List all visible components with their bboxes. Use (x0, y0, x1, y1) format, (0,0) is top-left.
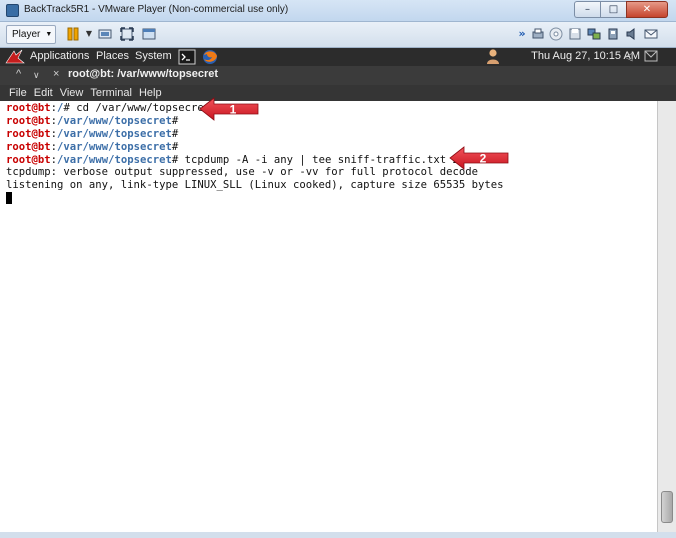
close-icon[interactable]: × (53, 68, 59, 80)
terminal-scrollbar[interactable] (657, 101, 676, 532)
menu-file[interactable]: File (9, 87, 27, 99)
menu-view[interactable]: View (60, 87, 84, 99)
send-ctrl-alt-del-icon[interactable] (98, 27, 112, 41)
output-line: listening on any, link-type LINUX_SLL (L… (6, 179, 504, 192)
annotation-arrow-2: 2 (449, 146, 509, 170)
floppy-icon[interactable] (568, 27, 582, 41)
terminal-line: root@bt:/var/www/topsecret# (6, 127, 179, 140)
vmware-app-icon (6, 4, 19, 17)
prompt-path: /var/www/topsecret (57, 153, 172, 166)
menu-terminal[interactable]: Terminal (90, 87, 132, 99)
terminal-window-title: root@bt: /var/www/topsecret (68, 68, 219, 80)
network-icon[interactable] (587, 27, 601, 41)
terminal-line: root@bt:/var/www/topsecret# tcpdump -A -… (6, 153, 479, 166)
command-text: cd /var/www/topsecret (69, 102, 211, 114)
prompt-path: /var/www/topsecret (57, 114, 172, 127)
chevron-down-icon[interactable]: ∨ (33, 70, 40, 81)
volume-icon[interactable]: ◁ (624, 50, 632, 63)
prompt-user: root@bt (6, 153, 51, 166)
user-icon[interactable] (486, 48, 500, 65)
terminal-line: root@bt:/var/www/topsecret# (6, 114, 179, 127)
message-icon[interactable] (644, 27, 658, 41)
scrollbar-thumb[interactable] (661, 491, 673, 523)
applications-menu[interactable]: Applications (30, 50, 89, 62)
window-bottom-border (0, 532, 676, 538)
output-line: tcpdump: verbose output suppressed, use … (6, 166, 478, 179)
places-menu[interactable]: Places (96, 50, 129, 62)
pause-dropdown-icon[interactable]: ▼ (82, 27, 96, 41)
terminal-line: root@bt:/# cd /var/www/topsecret (6, 102, 211, 114)
mail-icon[interactable] (644, 50, 658, 62)
cursor-line (6, 192, 657, 205)
system-menu[interactable]: System (135, 50, 172, 62)
window-controls: – □ ✕ (574, 1, 668, 18)
terminal-line: root@bt:/var/www/topsecret# (6, 140, 179, 153)
usb-icon[interactable] (606, 27, 620, 41)
chevron-down-icon: ▼ (45, 31, 53, 38)
close-button[interactable]: ✕ (626, 1, 668, 18)
vmware-title-bar: BackTrack5R1 - VMware Player (Non-commer… (0, 0, 676, 22)
minimize-button[interactable]: – (574, 1, 600, 18)
terminal-menu-bar: File Edit View Terminal Help (0, 85, 676, 101)
window-title: BackTrack5R1 - VMware Player (Non-commer… (24, 4, 289, 15)
pause-icon[interactable] (66, 27, 80, 41)
annotation-label-1: 1 (230, 103, 237, 117)
prompt-user: root@bt (6, 114, 51, 127)
terminal-output[interactable]: root@bt:/# cd /var/www/topsecret root@bt… (0, 101, 657, 532)
chevron-up-icon[interactable]: ^ (16, 68, 21, 80)
terminal-title-bar: ^ ∨ × root@bt: /var/www/topsecret (0, 66, 676, 85)
vmware-toolbar: Player ▼ ▼ » (0, 22, 676, 48)
menu-edit[interactable]: Edit (34, 87, 53, 99)
printer-icon[interactable] (531, 27, 545, 41)
menu-help[interactable]: Help (139, 87, 162, 99)
player-menu-button[interactable]: Player ▼ (6, 25, 56, 44)
player-menu-label: Player (12, 29, 41, 40)
annotation-arrow-1: 1 (199, 97, 259, 121)
annotation-label-2: 2 (480, 152, 487, 166)
unity-icon[interactable] (142, 27, 156, 41)
sound-icon[interactable] (625, 27, 639, 41)
command-text: tcpdump -A -i any | tee sniff-traffic.tx… (178, 153, 479, 166)
firefox-icon[interactable] (201, 49, 219, 65)
fullscreen-icon[interactable] (120, 27, 134, 41)
prompt-user: root@bt (6, 102, 51, 114)
backtrack-logo-icon[interactable] (4, 49, 26, 65)
terminal-cursor (6, 192, 12, 205)
cd-icon[interactable] (549, 27, 563, 41)
prompt-path: /var/www/topsecret (57, 127, 172, 140)
prompt-path: /var/www/topsecret (57, 140, 172, 153)
forward-icon[interactable]: » (515, 27, 529, 41)
gnome-top-panel: Applications Places System Thu Aug 27, 1… (0, 48, 676, 66)
prompt-user: root@bt (6, 127, 51, 140)
prompt-user: root@bt (6, 140, 51, 153)
maximize-button[interactable]: □ (600, 1, 626, 18)
terminal-launcher-icon[interactable] (178, 49, 196, 65)
